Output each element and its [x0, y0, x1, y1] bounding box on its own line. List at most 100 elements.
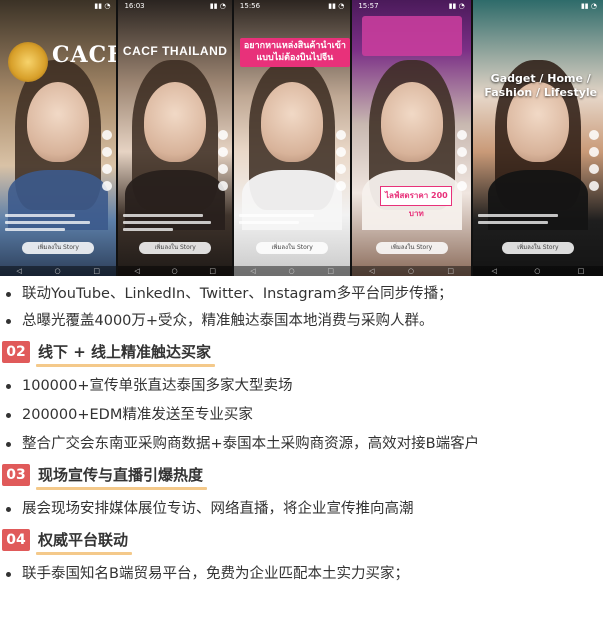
section-number-badge: 02 — [2, 341, 30, 363]
cacf-logo-icon — [8, 42, 48, 82]
section-heading-03: 03 现场宣传与直播引爆热度 — [2, 463, 603, 490]
comment-icon[interactable] — [217, 147, 228, 157]
back-icon[interactable]: ◁ — [369, 267, 374, 275]
bottom-nav: ◁ ○ □ — [472, 266, 603, 276]
video-tile-2[interactable]: 16:03 ▮▮ ◔ CACF THAILAND เพิ่มลงใน Story … — [118, 0, 234, 276]
person-face — [144, 82, 207, 162]
caption-lines — [123, 214, 213, 240]
section-number-badge: 03 — [2, 464, 30, 486]
side-action-icons[interactable] — [217, 130, 229, 191]
back-icon[interactable]: ◁ — [250, 267, 255, 275]
share-icon[interactable] — [336, 181, 347, 191]
bookmark-icon[interactable] — [217, 164, 228, 174]
section-bullet: 联手泰国知名B端贸易平台，免费为企业匹配本土实力买家； — [0, 563, 603, 585]
tile-overlay-caption: อยากหาแหล่งสินค้านำเข้า แบบไม่ต้องบินไปจ… — [239, 38, 350, 68]
article-content: 联动YouTube、LinkedIn、Twitter、Instagram多平台同… — [0, 283, 603, 585]
intro-bullet: 联动YouTube、LinkedIn、Twitter、Instagram多平台同… — [0, 283, 603, 305]
share-icon[interactable] — [456, 181, 467, 191]
status-time: 15:56 — [239, 2, 261, 10]
tile-title: CACF THAILAND — [122, 44, 228, 58]
status-bar: ▮▮ ◔ — [0, 0, 116, 12]
back-icon[interactable]: ◁ — [491, 267, 496, 275]
signal-icon: ▮▮ ◔ — [94, 2, 111, 10]
section-heading-04: 04 权威平台联动 — [2, 528, 603, 555]
bookmark-icon[interactable] — [456, 164, 467, 174]
comment-icon[interactable] — [336, 147, 347, 157]
recent-icon[interactable]: □ — [447, 267, 454, 275]
comment-icon[interactable] — [589, 147, 599, 157]
heart-icon[interactable] — [336, 130, 347, 140]
heart-icon[interactable] — [217, 130, 228, 140]
add-to-story-button[interactable]: เพิ่มลงใน Story — [375, 242, 448, 254]
side-action-icons[interactable] — [335, 130, 347, 191]
add-to-story-button[interactable]: เพิ่มลงใน Story — [22, 242, 95, 254]
person-face — [27, 82, 90, 162]
price-tag: ไลฟ์สดราคา 200 บาท — [380, 186, 453, 218]
person-face — [261, 82, 324, 162]
video-tile-3[interactable]: 15:56 ▮▮ ◔ อยากหาแหล่งสินค้านำเข้า แบบไม่… — [233, 0, 353, 276]
status-time: 15:57 — [358, 2, 379, 10]
back-icon[interactable]: ◁ — [16, 267, 21, 275]
signal-icon: ▮▮ ◔ — [328, 2, 345, 10]
back-icon[interactable]: ◁ — [134, 267, 139, 275]
heart-icon[interactable] — [102, 130, 113, 140]
bookmark-icon[interactable] — [102, 164, 113, 174]
page: ▮▮ ◔ CACF เพิ่มลงใน Story ◁ ○ □ 16:03 ▮▮ ◔ … — [0, 0, 603, 620]
status-bar: ▮▮ ◔ — [473, 0, 603, 12]
home-icon[interactable]: ○ — [172, 267, 178, 275]
home-icon[interactable]: ○ — [534, 267, 540, 275]
video-tile-1[interactable]: ▮▮ ◔ CACF เพิ่มลงใน Story ◁ ○ □ — [0, 0, 119, 276]
recent-icon[interactable]: □ — [209, 267, 216, 275]
add-to-story-button[interactable]: เพิ่มลงใน Story — [501, 242, 574, 254]
share-icon[interactable] — [589, 181, 599, 191]
video-tile-5[interactable]: ▮▮ ◔ Gadget / Home / Fashion / Lifestyle… — [472, 0, 603, 276]
status-bar: 16:03 ▮▮ ◔ — [118, 0, 231, 12]
heart-icon[interactable] — [456, 130, 467, 140]
section-title: 线下 + 线上精准触达买家 — [35, 341, 216, 367]
section-number-badge: 04 — [2, 529, 30, 551]
home-icon[interactable]: ○ — [408, 267, 414, 275]
side-action-icons[interactable] — [456, 130, 468, 191]
section-bullet: 100000+宣传单张直达泰国多家大型卖场 — [0, 375, 603, 397]
tile-overlay-caption: Gadget / Home / Fashion / Lifestyle — [484, 72, 598, 99]
side-action-icons[interactable] — [101, 130, 113, 191]
bottom-nav: ◁ ○ □ — [233, 266, 351, 276]
section-title: 现场宣传与直播引爆热度 — [35, 464, 208, 490]
bottom-nav: ◁ ○ □ — [118, 266, 232, 276]
bookmark-icon[interactable] — [589, 164, 599, 174]
bookmark-icon[interactable] — [336, 164, 347, 174]
status-bar: 15:56 ▮▮ ◔ — [234, 0, 350, 12]
share-icon[interactable] — [102, 181, 113, 191]
section-bullet: 展会现场安排媒体展位专访、网络直播，将企业宣传推向高潮 — [0, 498, 603, 520]
video-collage: ▮▮ ◔ CACF เพิ่มลงใน Story ◁ ○ □ 16:03 ▮▮ ◔ … — [0, 0, 603, 276]
caption-lines — [477, 214, 568, 240]
comment-icon[interactable] — [102, 147, 113, 157]
bottom-nav: ◁ ○ □ — [352, 266, 471, 276]
video-tile-4[interactable]: 15:57 ▮▮ ◔ ไลฟ์สดราคา 200 บาท เพิ่มลงใน S… — [352, 0, 473, 276]
section-bullet: 200000+EDM精准发送至专业买家 — [0, 404, 603, 426]
add-to-story-button[interactable]: เพิ่มลงใน Story — [139, 242, 212, 254]
recent-icon[interactable]: □ — [93, 267, 100, 275]
intro-bullet: 总曝光覆盖4000万+受众，精准触达泰国本地消费与采购人群。 — [0, 310, 603, 332]
heart-icon[interactable] — [589, 130, 599, 140]
recent-icon[interactable]: □ — [327, 267, 334, 275]
signal-icon: ▮▮ ◔ — [448, 2, 465, 10]
status-bar: 15:57 ▮▮ ◔ — [352, 0, 470, 12]
person-face — [380, 82, 443, 162]
section-heading-02: 02 线下 + 线上精准触达买家 — [2, 340, 603, 367]
recent-icon[interactable]: □ — [578, 267, 585, 275]
caption-lines — [5, 214, 95, 240]
stage-banner — [362, 16, 463, 56]
cacf-logo-text: CACF — [52, 42, 119, 68]
home-icon[interactable]: ○ — [288, 267, 294, 275]
comment-icon[interactable] — [456, 147, 467, 157]
status-time: 16:03 — [124, 2, 145, 10]
share-icon[interactable] — [217, 181, 228, 191]
side-action-icons[interactable] — [588, 130, 600, 191]
section-title: 权威平台联动 — [35, 529, 133, 555]
add-to-story-button[interactable]: เพิ่มลงใน Story — [256, 242, 329, 254]
bottom-nav: ◁ ○ □ — [0, 266, 117, 276]
home-icon[interactable]: ○ — [55, 267, 61, 275]
caption-lines — [238, 214, 329, 240]
section-bullet: 整合广交会东南亚采购商数据+泰国本土采购商资源，高效对接B端客户 — [0, 433, 603, 455]
